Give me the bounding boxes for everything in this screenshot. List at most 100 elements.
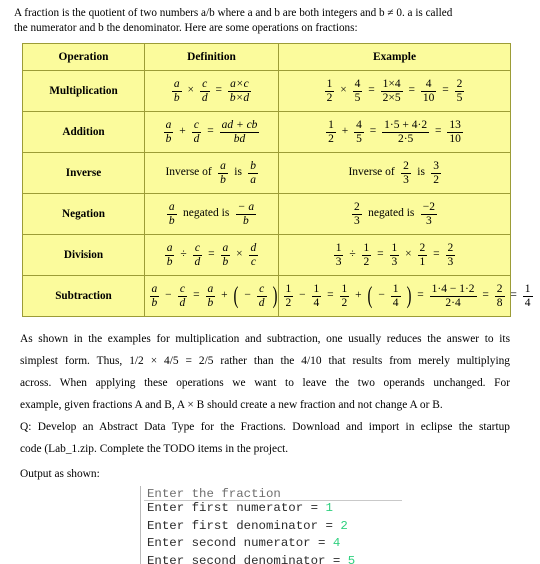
frac-num: a	[164, 242, 175, 256]
operation-definition: ab ÷ cd = ab × dc	[144, 234, 279, 277]
table-row: Subtraction ab − cd = ab + ( − cd ) 1 2 …	[22, 275, 533, 318]
right-paren: )	[272, 282, 278, 309]
equals: =	[510, 289, 517, 302]
console-line-value: 2	[340, 518, 348, 533]
frac-den: 2	[328, 132, 334, 145]
frac-den: 3	[403, 173, 409, 186]
console-output-block: Enter the fraction Enter first numerator…	[140, 486, 440, 564]
frac-den: 3	[426, 214, 432, 227]
operation-name: Multiplication	[22, 70, 145, 113]
operator: +	[341, 125, 349, 138]
body-line-4: example, given fractions A and B, A × B …	[20, 399, 443, 412]
console-clipped-row: Enter the fraction	[147, 487, 281, 501]
negation-sign: −	[378, 289, 385, 302]
console-text-area[interactable]: Enter the fraction Enter first numerator…	[140, 486, 440, 564]
frac-num: 1	[333, 242, 344, 256]
operation-definition: ab × cd = a×c b×d	[144, 70, 279, 113]
operator: ÷	[180, 248, 187, 261]
frac-num: d	[248, 242, 259, 256]
frac-num: b	[248, 160, 259, 174]
frac-den: 4	[392, 296, 399, 309]
operation-name: Inverse	[22, 152, 145, 195]
frac-num: 2	[401, 160, 411, 174]
operation-definition: ab + cd = ad + cb bd	[144, 111, 279, 154]
document-page: A fraction is the quotient of two number…	[0, 0, 540, 564]
equals: =	[327, 289, 334, 302]
frac-num: 1	[326, 119, 336, 133]
frac-den: b	[243, 214, 249, 227]
operation-example: Inverse of 23 is 32	[278, 152, 511, 195]
equals: =	[207, 125, 214, 138]
body-paragraph: As shown in the examples for multiplicat…	[14, 328, 526, 460]
frac-den: 2	[363, 255, 370, 268]
frac-num: a	[218, 160, 228, 174]
console-line-label: Enter second numerator =	[147, 536, 333, 551]
frac-num: 13	[447, 119, 463, 133]
frac-den: b	[173, 91, 180, 104]
operation-name: Addition	[22, 111, 145, 154]
negation-sign: −	[244, 289, 251, 302]
frac-den: 3	[447, 255, 454, 268]
equals: =	[408, 84, 416, 97]
frac-den: d	[258, 296, 265, 309]
frac-den: d	[201, 91, 208, 104]
frac-den: b	[207, 296, 214, 309]
table-row: Addition ab + cd = ad + cb bd 12 + 45 = …	[22, 111, 511, 154]
operation-definition: Inverse of ab is ba	[144, 152, 279, 195]
operation-definition: ab − cd = ab + ( − cd )	[144, 275, 279, 318]
frac-den: 2	[326, 91, 333, 104]
operator: ×	[405, 248, 412, 261]
frac-num: 3	[431, 160, 442, 174]
frac-num: 2	[494, 283, 505, 297]
console-line: Enter second numerator = 4	[147, 535, 440, 553]
right-paren: )	[406, 282, 412, 309]
label-text: Inverse of	[348, 166, 395, 179]
console-line-label: Enter first denominator =	[147, 518, 341, 533]
frac-den: 5	[356, 132, 362, 145]
equals: =	[193, 289, 200, 302]
console-line-value: 5	[347, 553, 356, 564]
frac-num: ad + cb	[219, 119, 260, 133]
frac-den: 2·4	[445, 296, 461, 309]
frac-den: 3	[353, 214, 360, 227]
frac-den: 10	[449, 132, 461, 145]
frac-den: bd	[233, 132, 246, 145]
frac-num: 4	[354, 119, 364, 133]
console-line-value: 4	[332, 536, 341, 551]
frac-num: 2	[445, 242, 456, 256]
equals: =	[482, 289, 489, 302]
intro-paragraph: A fraction is the quotient of two number…	[14, 6, 526, 35]
frac-num: c	[191, 119, 202, 133]
frac-num: 1	[389, 242, 400, 256]
frac-den: d	[194, 255, 201, 268]
frac-num: 1×4	[380, 78, 403, 92]
frac-den: 2	[341, 296, 348, 309]
frac-den: 8	[496, 296, 503, 309]
frac-num: c	[177, 283, 188, 297]
operator: +	[221, 289, 228, 302]
operator: ×	[236, 248, 243, 261]
console-line-label: Enter first numerator =	[147, 501, 326, 516]
frac-num: c	[256, 283, 267, 297]
column-header-operation: Operation	[22, 43, 145, 72]
operator: +	[355, 289, 362, 302]
frac-den: b	[166, 255, 173, 268]
frac-num: a	[220, 242, 231, 256]
frac-den: 3	[391, 255, 398, 268]
frac-den: b×d	[229, 91, 250, 104]
column-header-definition: Definition	[144, 43, 279, 72]
label-text: Inverse of	[165, 166, 212, 179]
frac-den: b	[165, 132, 172, 145]
frac-num: a	[166, 201, 177, 215]
label-text: negated is	[183, 207, 230, 220]
operator: −	[165, 289, 172, 302]
frac-num: 1	[390, 283, 401, 297]
body-line-3: across. When applying these operations w…	[20, 377, 510, 390]
frac-num: 1·5 + 4·2	[382, 119, 430, 133]
operation-definition: ab negated is − ab	[144, 193, 279, 236]
frac-den: a	[250, 173, 257, 186]
frac-den: c	[250, 255, 256, 268]
frac-num: a	[163, 119, 174, 133]
question-line-2: code (Lab_1.zip. Complete the TODO items…	[20, 443, 289, 456]
frac-num: 1	[361, 242, 372, 256]
